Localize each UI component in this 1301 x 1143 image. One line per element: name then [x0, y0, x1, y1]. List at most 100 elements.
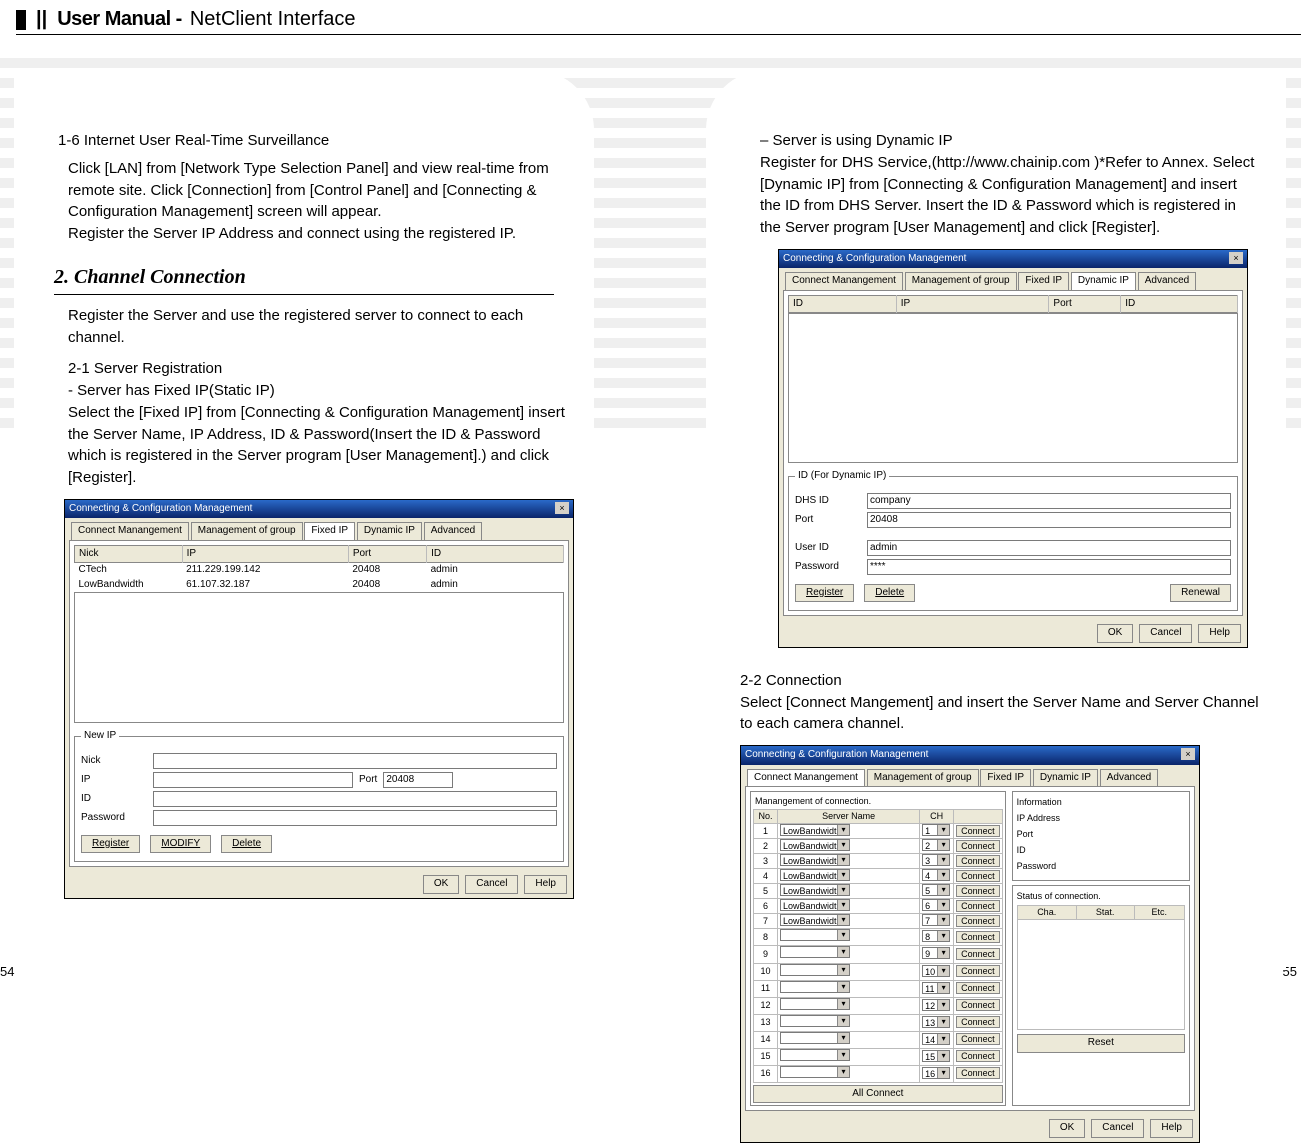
- server-select[interactable]: ▾: [780, 1015, 850, 1027]
- server-select[interactable]: ▾: [780, 929, 850, 941]
- tab-dynamic-ip[interactable]: Dynamic IP: [1033, 769, 1098, 787]
- server-select[interactable]: LowBandwidth▾: [780, 824, 850, 836]
- tab-connect-management[interactable]: Connect Manangement: [71, 522, 189, 540]
- register-button[interactable]: Register: [795, 584, 854, 603]
- tab-dynamic-ip[interactable]: Dynamic IP: [1071, 272, 1136, 290]
- ch-select[interactable]: 8▾: [922, 930, 950, 942]
- cancel-button[interactable]: Cancel: [1139, 624, 1192, 643]
- connect-button[interactable]: Connect: [956, 885, 1000, 897]
- help-button[interactable]: Help: [524, 875, 567, 894]
- ch-select[interactable]: 13▾: [922, 1016, 950, 1028]
- user-id-input[interactable]: admin: [867, 540, 1231, 556]
- register-button[interactable]: Register: [81, 835, 140, 854]
- connect-button[interactable]: Connect: [956, 999, 1000, 1011]
- connect-button[interactable]: Connect: [956, 948, 1000, 960]
- ok-button[interactable]: OK: [423, 875, 459, 894]
- tab-connect-management[interactable]: Connect Manangement: [747, 769, 865, 787]
- help-button[interactable]: Help: [1150, 1119, 1193, 1138]
- ch-select[interactable]: 7▾: [922, 914, 950, 926]
- ch-select[interactable]: 1▾: [922, 824, 950, 836]
- tab-group-management[interactable]: Management of group: [191, 522, 303, 540]
- ok-button[interactable]: OK: [1049, 1119, 1085, 1138]
- connect-button[interactable]: Connect: [956, 870, 1000, 882]
- tab-advanced[interactable]: Advanced: [1138, 272, 1196, 290]
- connect-button[interactable]: Connect: [956, 931, 1000, 943]
- port-input[interactable]: 20408: [867, 512, 1231, 528]
- dynamic-server-list[interactable]: [788, 313, 1238, 463]
- connect-button[interactable]: Connect: [956, 825, 1000, 837]
- connect-button[interactable]: Connect: [956, 982, 1000, 994]
- ip-input[interactable]: [153, 772, 353, 788]
- connect-button[interactable]: Connect: [956, 1033, 1000, 1045]
- connect-button[interactable]: Connect: [956, 1050, 1000, 1062]
- ch-select[interactable]: 10▾: [922, 965, 950, 977]
- ch-select[interactable]: 2▾: [922, 839, 950, 851]
- table-row[interactable]: 12▾12▾Connect: [754, 997, 1003, 1014]
- table-row[interactable]: 13▾13▾Connect: [754, 1014, 1003, 1031]
- tab-dynamic-ip[interactable]: Dynamic IP: [357, 522, 422, 540]
- table-row[interactable]: 8▾8▾Connect: [754, 929, 1003, 946]
- delete-button[interactable]: Delete: [864, 584, 915, 603]
- ch-select[interactable]: 3▾: [922, 854, 950, 866]
- table-row[interactable]: 16▾16▾Connect: [754, 1065, 1003, 1082]
- nick-input[interactable]: [153, 753, 557, 769]
- tab-group-management[interactable]: Management of group: [905, 272, 1017, 290]
- connect-button[interactable]: Connect: [956, 965, 1000, 977]
- ch-select[interactable]: 15▾: [922, 1050, 950, 1062]
- table-row[interactable]: 9▾9▾Connect: [754, 946, 1003, 963]
- password-input[interactable]: [153, 810, 557, 826]
- table-row[interactable]: 4LowBandwidth▾4▾Connect: [754, 869, 1003, 884]
- ch-select[interactable]: 5▾: [922, 884, 950, 896]
- close-icon[interactable]: ×: [1181, 748, 1195, 760]
- connect-button[interactable]: Connect: [956, 840, 1000, 852]
- tab-group-management[interactable]: Management of group: [867, 769, 979, 787]
- ch-select[interactable]: 4▾: [922, 869, 950, 881]
- ch-select[interactable]: 11▾: [922, 982, 950, 994]
- close-icon[interactable]: ×: [555, 502, 569, 514]
- table-row[interactable]: 2LowBandwidth▾2▾Connect: [754, 839, 1003, 854]
- ok-button[interactable]: OK: [1097, 624, 1133, 643]
- server-select[interactable]: ▾: [780, 1066, 850, 1078]
- server-select[interactable]: LowBandwidth▾: [780, 839, 850, 851]
- modify-button[interactable]: MODIFY: [150, 835, 211, 854]
- server-select[interactable]: ▾: [780, 1032, 850, 1044]
- server-select[interactable]: ▾: [780, 964, 850, 976]
- tab-fixed-ip[interactable]: Fixed IP: [304, 522, 355, 540]
- tab-fixed-ip[interactable]: Fixed IP: [980, 769, 1031, 787]
- server-select[interactable]: LowBandwidth▾: [780, 854, 850, 866]
- table-row[interactable]: 1LowBandwidth▾1▾Connect: [754, 824, 1003, 839]
- ch-select[interactable]: 12▾: [922, 999, 950, 1011]
- connect-button[interactable]: Connect: [956, 1067, 1000, 1079]
- table-row[interactable]: 7LowBandwidth▾7▾Connect: [754, 914, 1003, 929]
- server-select[interactable]: LowBandwidth▾: [780, 914, 850, 926]
- table-row[interactable]: 10▾10▾Connect: [754, 963, 1003, 980]
- dhs-id-input[interactable]: company: [867, 493, 1231, 509]
- ch-select[interactable]: 14▾: [922, 1033, 950, 1045]
- tab-advanced[interactable]: Advanced: [424, 522, 482, 540]
- password-input[interactable]: ****: [867, 559, 1231, 575]
- server-select[interactable]: ▾: [780, 998, 850, 1010]
- connect-button[interactable]: Connect: [956, 900, 1000, 912]
- port-input[interactable]: 20408: [383, 772, 453, 788]
- ch-select[interactable]: 9▾: [922, 947, 950, 959]
- help-button[interactable]: Help: [1198, 624, 1241, 643]
- delete-button[interactable]: Delete: [221, 835, 272, 854]
- ch-select[interactable]: 6▾: [922, 899, 950, 911]
- server-select[interactable]: LowBandwidth▾: [780, 884, 850, 896]
- server-select[interactable]: ▾: [780, 1049, 850, 1061]
- ch-select[interactable]: 16▾: [922, 1067, 950, 1079]
- server-select[interactable]: LowBandwidth▾: [780, 899, 850, 911]
- server-select[interactable]: LowBandwidth▾: [780, 869, 850, 881]
- connect-button[interactable]: Connect: [956, 915, 1000, 927]
- server-select[interactable]: ▾: [780, 946, 850, 958]
- table-row[interactable]: 14▾14▾Connect: [754, 1031, 1003, 1048]
- table-row[interactable]: 11▾11▾Connect: [754, 980, 1003, 997]
- all-connect-button[interactable]: All Connect: [753, 1085, 1003, 1104]
- table-row[interactable]: LowBandwidth 61.107.32.187 20408 admin: [75, 578, 564, 593]
- table-row[interactable]: 15▾15▾Connect: [754, 1048, 1003, 1065]
- close-icon[interactable]: ×: [1229, 252, 1243, 264]
- tab-fixed-ip[interactable]: Fixed IP: [1018, 272, 1069, 290]
- connect-button[interactable]: Connect: [956, 1016, 1000, 1028]
- table-row[interactable]: 5LowBandwidth▾5▾Connect: [754, 884, 1003, 899]
- cancel-button[interactable]: Cancel: [465, 875, 518, 894]
